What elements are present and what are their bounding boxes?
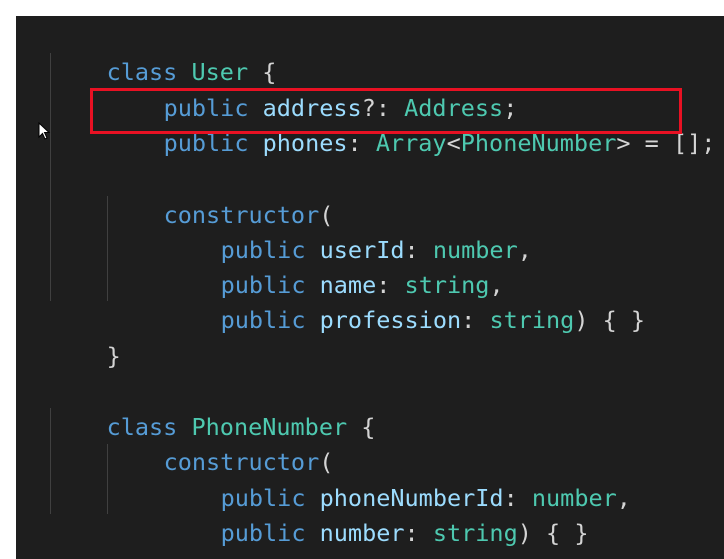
code-line-address[interactable]: public address?: Address; <box>107 56 518 122</box>
code-line-class-user[interactable]: class User { <box>50 20 277 86</box>
type-token: string <box>489 306 575 334</box>
red-rectangle-highlight <box>90 88 682 134</box>
code-line-name[interactable]: public name: string, <box>164 233 504 299</box>
keyword-token: public <box>220 519 306 547</box>
punctuation-token: } <box>107 555 121 559</box>
code-editor[interactable]: class User { public address?: Address; p… <box>16 16 724 559</box>
code-line-constructor[interactable]: constructor( <box>107 163 334 229</box>
keyword-token: public <box>220 306 306 334</box>
punctuation-token: : <box>461 306 476 334</box>
punctuation-token: : <box>404 519 419 547</box>
code-line-phonenumberid[interactable]: public phoneNumberId: number, <box>164 446 631 512</box>
property-token: profession <box>319 306 462 334</box>
mouse-pointer-icon <box>38 122 51 140</box>
property-token: number <box>319 519 405 547</box>
punctuation-token: , <box>616 484 631 512</box>
code-line-userid[interactable]: public userId: number, <box>164 198 532 264</box>
code-line-profession[interactable]: public profession: string) { } <box>164 268 645 334</box>
type-token: string <box>432 519 518 547</box>
punctuation-token: , <box>517 236 532 264</box>
code-line-class-phonenumber[interactable]: class PhoneNumber { <box>50 375 376 441</box>
code-line-close-brace[interactable]: } <box>50 517 121 559</box>
code-line-close-brace[interactable]: } <box>50 304 121 370</box>
code-line-constructor[interactable]: constructor( <box>107 410 334 476</box>
punctuation-token: } <box>106 342 121 370</box>
punctuation-token: ) { } <box>517 519 589 547</box>
punctuation-token: { <box>347 413 376 441</box>
code-line-number[interactable]: public number: string) { } <box>164 481 589 547</box>
punctuation-token: ) { } <box>574 306 646 334</box>
